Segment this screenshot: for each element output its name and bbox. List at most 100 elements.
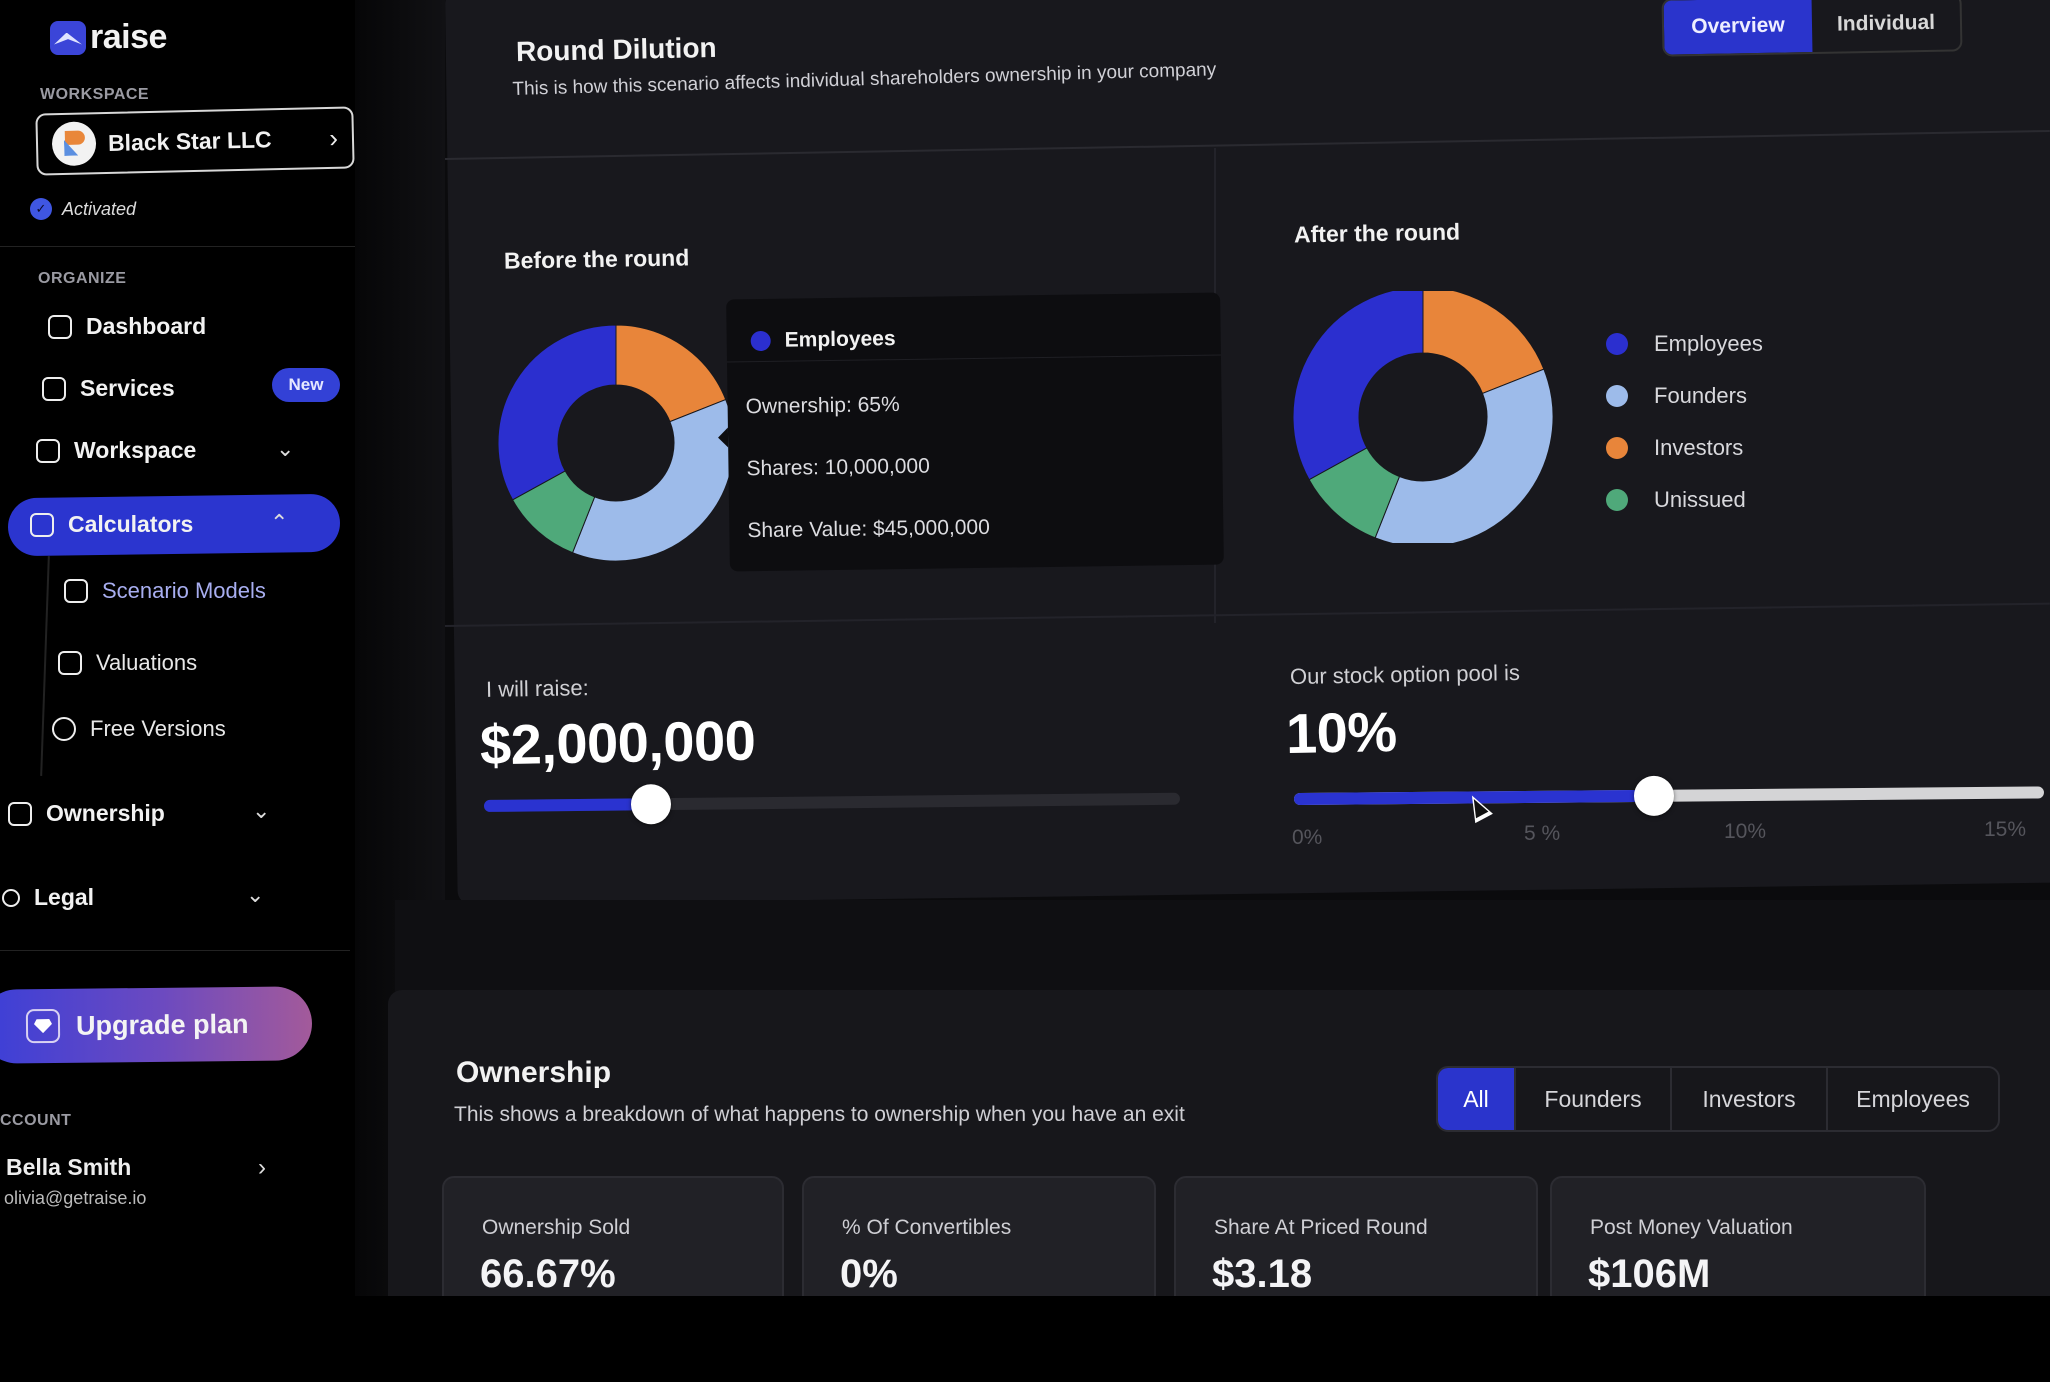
legend-item-founders[interactable]: Founders [1606,370,1763,422]
workspace-selector[interactable]: Black Star LLC › [35,106,355,176]
workspace-status: ✓ Activated [30,198,136,220]
view-toggle: Overview Individual [1661,0,1963,57]
donut-slice-employees[interactable] [1292,291,1424,481]
round-dilution-title: Round Dilution [515,31,717,68]
app-logo[interactable]: raise [50,18,167,57]
legend-dot [1606,333,1628,355]
donut-slice-founders[interactable] [571,398,735,562]
upgrade-plan-label: Upgrade plan [75,1008,249,1041]
before-round-donut-chart[interactable] [496,323,736,563]
stat-label: % Of Convertibles [842,1216,1012,1239]
sidebar-item-label: Workspace [74,437,197,463]
before-round-title: Before the round [503,244,690,274]
tab-overview[interactable]: Overview [1663,0,1813,55]
upgrade-plan-button[interactable]: Upgrade plan [0,986,313,1064]
verified-check-icon: ✓ [30,198,52,220]
sidebar-item-workspace[interactable]: Workspace [36,437,196,464]
app-name: raise [90,18,167,56]
stat-label: Ownership Sold [482,1216,631,1239]
sidebar-item-calculators[interactable]: Calculators [30,511,193,538]
after-round-legend: Employees Founders Investors Unissued [1606,318,1763,526]
stat-value: 0% [840,1252,898,1296]
stat-value: $106M [1588,1252,1711,1296]
legend-label: Employees [1654,331,1763,356]
sidebar-item-label: Calculators [68,511,194,537]
sidebar-subitem-valuations[interactable]: Valuations [58,650,197,676]
donut-slice-employees[interactable] [497,324,617,501]
sidebar-item-legal[interactable]: Legal [2,884,94,911]
tooltip-share-value: Share Value: $45,000,000 [747,515,990,543]
ownership-description: This shows a breakdown of what happens t… [454,1103,1185,1126]
sidebar-divider [0,950,350,951]
legend-label: Unissued [1654,487,1746,512]
chevron-right-icon[interactable]: › [258,1154,266,1182]
workspace-section-label: WORKSPACE [40,86,150,103]
slider-tick-label: 15% [1984,818,2027,841]
legend-item-investors[interactable]: Investors [1606,422,1763,474]
sidebar-item-ownership[interactable]: Ownership [8,800,165,827]
workspace-status-label: Activated [62,198,137,219]
legend-dot [1606,385,1628,407]
workspace-avatar [51,121,97,167]
legend-item-unissued[interactable]: Unissued [1606,474,1763,526]
sidebar-item-dashboard[interactable]: Dashboard [48,313,206,340]
stat-label: Post Money Valuation [1590,1216,1793,1239]
legend-dot [1606,489,1628,511]
slider-tick-label: 0% [1292,826,1323,849]
diamond-icon [25,1008,61,1044]
raise-value: $2,000,000 [479,708,756,777]
screen-bezel [0,1296,2050,1382]
employees-color-dot [750,330,771,352]
account-section-label: CCOUNT [0,1112,72,1129]
chevron-down-icon[interactable]: ⌄ [276,436,294,462]
sidebar-item-services[interactable]: Services [42,375,175,402]
account-name[interactable]: Bella Smith [6,1154,131,1181]
stat-value: $3.18 [1212,1252,1313,1296]
raise-slider-fill [483,798,652,812]
after-round-donut-chart[interactable] [1292,291,1554,543]
filter-all[interactable]: All [1438,1068,1516,1130]
raise-slider-thumb[interactable] [630,784,672,825]
calculator-icon [30,512,54,537]
new-badge: New [272,368,340,402]
legend-label: Investors [1654,435,1744,460]
building-icon [36,438,60,463]
sidebar-subitem-label: Valuations [96,650,198,675]
account-email: olivia@getraise.io [4,1188,147,1208]
tooltip-series: Employees [784,327,896,352]
legend-item-employees[interactable]: Employees [1606,318,1763,370]
submenu-line [40,556,50,776]
ownership-title: Ownership [456,1056,612,1089]
chart-icon [58,651,82,675]
filter-investors[interactable]: Investors [1672,1068,1828,1130]
legend-label: Founders [1654,383,1747,408]
chart-icon [64,579,88,603]
sidebar-subitem-label: Free Versions [90,716,226,741]
dashboard-icon [48,314,72,339]
tooltip-ownership: Ownership: 65% [745,393,900,419]
workspace-name: Black Star LLC [107,125,272,156]
sidebar-subitem-free-versions[interactable]: Free Versions [52,716,226,742]
nodes-icon [2,888,20,907]
sidebar-item-label: Ownership [46,800,165,826]
filter-employees[interactable]: Employees [1828,1068,1998,1130]
sidebar-subitem-scenario-models[interactable]: Scenario Models [64,578,266,604]
legend-dot [1606,437,1628,459]
filter-founders[interactable]: Founders [1516,1068,1672,1130]
sidebar-subitem-label: Scenario Models [102,578,266,603]
sidebar-divider [0,246,395,247]
chevron-down-icon[interactable]: ⌄ [246,882,264,908]
tab-individual[interactable]: Individual [1812,0,1961,52]
raise-logo-icon [50,20,86,55]
globe-icon [52,717,76,741]
ownership-filter: All Founders Investors Employees [1436,1066,2000,1132]
chevron-down-icon[interactable]: ⌄ [252,798,270,824]
sidebar: raise WORKSPACE Black Star LLC › ✓ Activ… [0,0,395,1382]
donut-slice-founders[interactable] [1374,368,1554,543]
sidebar-item-label: Legal [34,884,95,910]
section-gap [395,900,2050,995]
chevron-up-icon[interactable]: ⌃ [270,510,288,536]
slider-tick-label: 5 % [1524,822,1561,845]
sidebar-item-label: Services [80,375,175,401]
option-pool-slider-thumb[interactable] [1633,775,1675,817]
